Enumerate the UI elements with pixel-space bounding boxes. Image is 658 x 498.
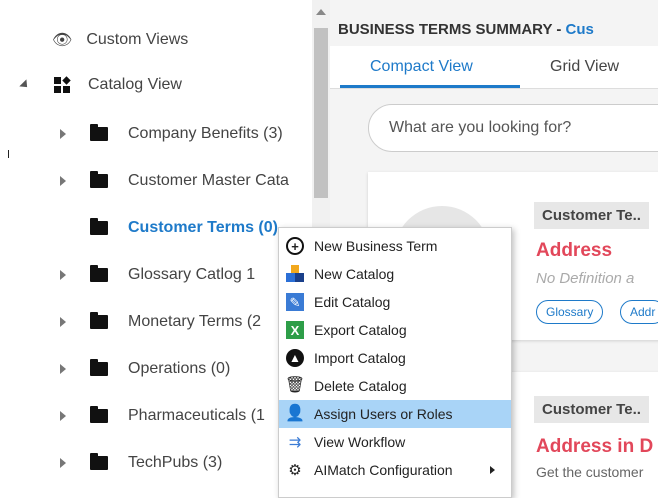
chevron-right-icon[interactable]	[60, 458, 66, 468]
term-description: No Definition a	[536, 270, 635, 287]
folder-icon	[90, 265, 108, 282]
tab-compact-view[interactable]: Compact View	[370, 58, 473, 76]
menu-item-label: Delete Catalog	[314, 378, 407, 394]
menu-item-delete-catalog[interactable]: 🗑 Delete Catalog	[279, 372, 511, 400]
custom-views-item[interactable]: 👁 Custom Views	[52, 30, 188, 50]
menu-item-aimatch-configuration[interactable]: ⚙ AIMatch Configuration	[279, 456, 511, 484]
page-title: BUSINESS TERMS SUMMARY - Cus	[338, 21, 594, 38]
chevron-right-icon[interactable]	[60, 129, 66, 139]
tree-item-customer-master[interactable]: Customer Master Cata	[60, 171, 289, 190]
chevron-right-icon[interactable]	[60, 176, 66, 186]
menu-item-label: New Business Term	[314, 238, 438, 254]
tree-item-label: Monetary Terms (2	[128, 313, 262, 330]
menu-item-export-catalog[interactable]: X Export Catalog	[279, 316, 511, 344]
tree-item-glossary-catlog[interactable]: Glossary Catlog 1	[60, 265, 256, 284]
catalog-view-label: Catalog View	[88, 76, 182, 93]
menu-item-view-workflow[interactable]: ⇉ View Workflow	[279, 428, 511, 456]
catalog-badge: Customer Te..	[534, 396, 649, 423]
menu-item-label: View Workflow	[314, 434, 406, 450]
term-description: Get the customer	[536, 464, 644, 480]
workflow-icon: ⇉	[288, 433, 302, 451]
tree-item-label: Glossary Catlog 1	[128, 266, 256, 283]
tree-item-label: TechPubs (3)	[128, 454, 223, 471]
folder-icon	[90, 171, 108, 188]
folder-icon	[90, 406, 108, 423]
catalog-tree: 👁 Custom Views Catalog View Company Bene…	[0, 0, 312, 496]
trash-icon: 🗑	[284, 377, 306, 394]
menu-item-edit-catalog[interactable]: ✎ Edit Catalog	[279, 288, 511, 316]
tree-item-label: Customer Terms (0)	[128, 219, 278, 236]
folder-icon	[90, 124, 108, 141]
menu-item-assign-users-or-roles[interactable]: 👤 Assign Users or Roles	[279, 400, 511, 428]
folder-icon	[90, 453, 108, 470]
tag-pill-address[interactable]: Addr	[620, 300, 658, 324]
folder-icon	[90, 218, 108, 235]
tree-item-customer-terms[interactable]: Customer Terms (0)	[90, 218, 278, 237]
chevron-right-icon[interactable]	[60, 411, 66, 421]
tree-item-pharmaceuticals[interactable]: Pharmaceuticals (1	[60, 406, 265, 425]
page-title-prefix: BUSINESS TERMS SUMMARY -	[338, 21, 566, 38]
tree-item-techpubs[interactable]: TechPubs (3)	[60, 453, 223, 472]
tab-grid-view[interactable]: Grid View	[550, 58, 619, 76]
menu-item-label: AIMatch Configuration	[314, 462, 453, 478]
catalog-view-item[interactable]: Catalog View	[19, 76, 182, 94]
scroll-up-arrow-icon[interactable]	[316, 9, 326, 15]
import-icon: ▲	[286, 349, 304, 367]
catalog-badge: Customer Te..	[534, 202, 649, 229]
chevron-down-icon[interactable]	[19, 79, 31, 91]
user-assign-icon: 👤	[285, 405, 305, 422]
chevron-right-icon[interactable]	[60, 364, 66, 374]
tree-item-label: Operations (0)	[128, 360, 231, 377]
chevron-right-icon[interactable]	[60, 270, 66, 280]
menu-item-import-catalog[interactable]: ▲ Import Catalog	[279, 344, 511, 372]
search-input[interactable]: What are you looking for?	[368, 104, 658, 152]
tree-item-monetary-terms[interactable]: Monetary Terms (2	[60, 312, 262, 331]
plus-circle-icon: +	[286, 237, 304, 255]
context-menu: + New Business Term New Catalog ✎ Edit C…	[278, 227, 512, 498]
menu-item-new-business-term[interactable]: + New Business Term	[279, 232, 511, 260]
term-title[interactable]: Address	[536, 240, 612, 262]
page-title-catalog: Cus	[565, 21, 594, 38]
custom-views-label: Custom Views	[86, 31, 189, 48]
new-catalog-icon	[286, 265, 304, 283]
submenu-arrow-icon	[490, 466, 495, 474]
aimatch-icon: ⚙	[288, 461, 302, 479]
menu-item-new-catalog[interactable]: New Catalog	[279, 260, 511, 288]
menu-item-label: Import Catalog	[314, 350, 406, 366]
tree-item-label: Pharmaceuticals (1	[128, 407, 265, 424]
tree-item-label: Customer Master Cata	[128, 172, 289, 189]
view-tabs: Compact View Grid View	[330, 46, 658, 89]
catalog-grid-icon	[54, 76, 71, 93]
cursor-mark	[8, 150, 9, 158]
tree-item-operations[interactable]: Operations (0)	[60, 359, 231, 378]
chevron-right-icon[interactable]	[60, 317, 66, 327]
active-tab-indicator	[340, 85, 520, 88]
folder-icon	[90, 312, 108, 329]
export-icon: X	[286, 321, 304, 339]
term-title[interactable]: Address in D	[536, 436, 653, 458]
edit-icon: ✎	[286, 293, 304, 311]
tree-item-label: Company Benefits (3)	[128, 125, 283, 142]
tree-item-company-benefits[interactable]: Company Benefits (3)	[60, 124, 283, 143]
menu-item-label: New Catalog	[314, 266, 395, 282]
eye-icon: 👁	[52, 32, 73, 49]
search-placeholder: What are you looking for?	[389, 119, 572, 136]
menu-item-label: Assign Users or Roles	[314, 406, 453, 422]
tag-pill-glossary[interactable]: Glossary	[536, 300, 604, 324]
menu-item-label: Edit Catalog	[314, 294, 391, 310]
scrollbar-thumb[interactable]	[314, 28, 328, 198]
folder-icon	[90, 359, 108, 376]
menu-item-label: Export Catalog	[314, 322, 407, 338]
